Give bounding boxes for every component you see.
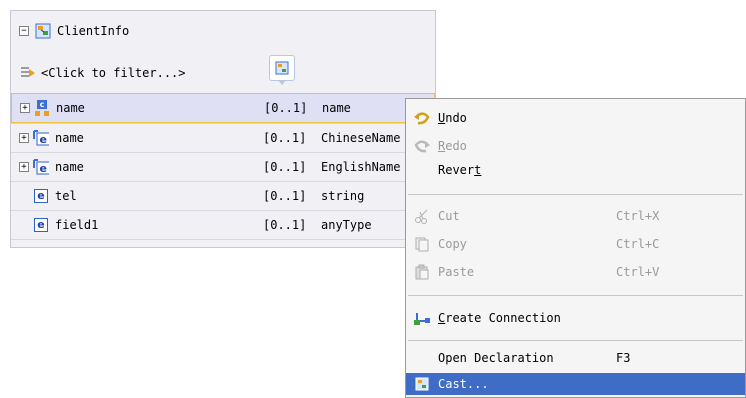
table-row[interactable]: + e name [0..1] EnglishName xyxy=(11,152,435,181)
element-icon: e xyxy=(33,130,49,146)
undo-label: ndo xyxy=(445,111,467,125)
schema-header: − ClientInfo xyxy=(19,21,129,41)
row-cardinality: [0..1] xyxy=(263,189,307,203)
collapse-toggle[interactable]: − xyxy=(19,26,29,36)
element-icon: e xyxy=(33,159,49,175)
svg-text:e: e xyxy=(40,162,47,175)
menu-separator xyxy=(408,340,743,341)
cast-tooltip-bubble xyxy=(269,55,295,85)
row-name: tel xyxy=(55,189,77,203)
filter-text[interactable]: <Click to filter...> xyxy=(41,66,186,80)
table-row[interactable]: + e name [0..1] ChineseName xyxy=(11,123,435,152)
complex-type-icon xyxy=(35,23,51,39)
create-connection-label: reate Connection xyxy=(445,311,561,325)
copy-icon xyxy=(412,236,432,252)
row-name: name xyxy=(55,160,84,174)
row-name: name xyxy=(55,131,84,145)
cast-icon xyxy=(412,376,432,392)
row-cardinality: [0..1] xyxy=(264,101,308,115)
row-cardinality: [0..1] xyxy=(263,218,307,232)
expand-toggle[interactable]: + xyxy=(19,133,29,143)
context-menu: Undo Redo Revert Cut Ctrl+X Copy Ctrl+C … xyxy=(405,98,746,398)
menu-item-cut[interactable]: Cut Ctrl+X xyxy=(406,205,745,227)
complex-element-icon: c xyxy=(34,100,50,116)
schema-panel: − ClientInfo <Click to filter...> + c na… xyxy=(10,10,436,248)
menu-separator xyxy=(408,295,743,296)
menu-item-cast[interactable]: Cast... xyxy=(406,373,745,395)
filter-row[interactable]: <Click to filter...> xyxy=(19,63,186,83)
revert-mnemonic: t xyxy=(474,163,482,177)
menu-item-open-declaration[interactable]: Open Declaration F3 xyxy=(406,347,745,369)
menu-separator xyxy=(408,194,743,195)
expand-toggle[interactable]: + xyxy=(20,103,30,113)
filter-icon xyxy=(19,65,37,81)
paste-label: Paste xyxy=(438,265,475,279)
table-row[interactable]: e field1 [0..1] anyType xyxy=(11,210,435,240)
cast-icon xyxy=(275,61,289,75)
scissors-icon xyxy=(412,208,432,224)
cut-shortcut: Ctrl+X xyxy=(616,209,660,223)
svg-text:e: e xyxy=(40,133,47,146)
menu-item-paste[interactable]: Paste Ctrl+V xyxy=(406,261,745,283)
element-list: + c name [0..1] name + e name [0..1] Chi… xyxy=(11,93,435,240)
open-declaration-label: Open Declaration xyxy=(438,351,554,365)
copy-shortcut: Ctrl+C xyxy=(616,237,660,251)
copy-label: Copy xyxy=(438,237,467,251)
expand-toggle[interactable]: + xyxy=(19,162,29,172)
row-cardinality: [0..1] xyxy=(263,160,307,174)
row-name: name xyxy=(56,101,85,115)
row-name: field1 xyxy=(55,218,99,232)
paste-icon xyxy=(412,264,432,280)
element-icon: e xyxy=(33,188,49,204)
cut-label: Cut xyxy=(438,209,460,223)
redo-icon xyxy=(412,138,432,154)
row-cardinality: [0..1] xyxy=(263,131,307,145)
table-row[interactable]: e tel [0..1] string xyxy=(11,181,435,210)
connection-icon xyxy=(412,310,432,326)
menu-item-create-connection[interactable]: Create Connection xyxy=(406,307,745,329)
menu-item-copy[interactable]: Copy Ctrl+C xyxy=(406,233,745,255)
menu-item-undo[interactable]: Undo xyxy=(406,107,745,129)
undo-icon xyxy=(412,110,432,126)
redo-label: edo xyxy=(445,139,467,153)
revert-label: Rever xyxy=(438,163,475,177)
table-row[interactable]: + c name [0..1] name xyxy=(11,93,435,123)
menu-item-revert[interactable]: Revert xyxy=(406,159,745,181)
element-icon: e xyxy=(33,217,49,233)
paste-shortcut: Ctrl+V xyxy=(616,265,660,279)
menu-item-redo[interactable]: Redo xyxy=(406,135,745,157)
open-declaration-shortcut: F3 xyxy=(616,351,631,365)
cast-label: Cast... xyxy=(438,377,489,391)
schema-title: ClientInfo xyxy=(57,24,130,38)
